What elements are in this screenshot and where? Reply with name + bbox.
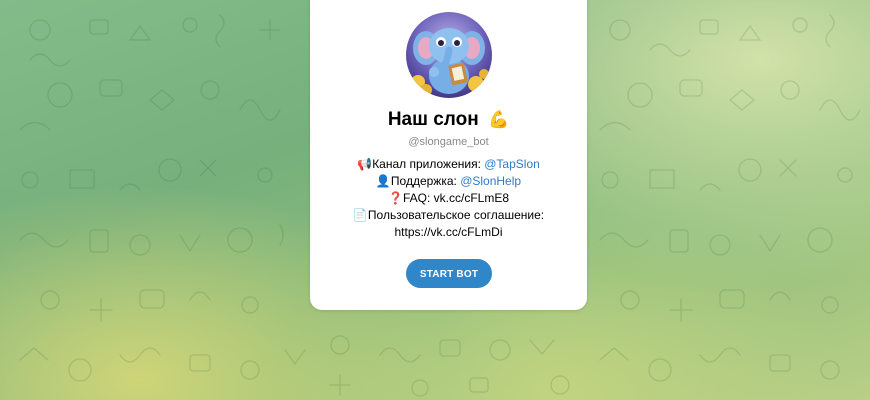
faq-text: FAQ: vk.cc/cFLmE8	[402, 191, 510, 205]
document-icon: 📄	[352, 208, 368, 222]
bot-description: 📢Канал приложения: @TapSlon 👤Поддержка: …	[310, 156, 587, 241]
start-bot-button[interactable]: START BOT	[406, 259, 492, 288]
channel-link[interactable]: @TapSlon	[484, 157, 540, 171]
flexed-biceps-emoji: 💪	[487, 110, 510, 129]
description-line-channel: 📢Канал приложения: @TapSlon	[310, 156, 587, 173]
agreement-label: Пользовательское соглашение:	[367, 208, 545, 222]
channel-label: Канал приложения:	[372, 157, 485, 171]
user-icon: 👤	[375, 174, 391, 188]
bot-username: @slongame_bot	[408, 136, 489, 148]
description-line-support: 👤Поддержка: @SlonHelp	[310, 173, 587, 190]
description-line-faq: ❓FAQ: vk.cc/cFLmE8	[310, 190, 587, 207]
megaphone-icon: 📢	[357, 157, 373, 171]
question-mark-icon: ❓	[387, 191, 403, 205]
support-link[interactable]: @SlonHelp	[460, 174, 521, 188]
bot-name: Наш слон 💪	[310, 108, 587, 132]
description-line-agreement: 📄Пользовательское соглашение:	[310, 207, 587, 224]
bot-name-text: Наш слон	[387, 109, 479, 130]
elephant-avatar-image	[406, 12, 492, 98]
description-line-agreement-url: https://vk.cc/cFLmDi	[394, 225, 503, 239]
support-label: Поддержка:	[390, 174, 461, 188]
bot-avatar[interactable]	[406, 12, 492, 98]
bot-info-card: Наш слон 💪 @slongame_bot 📢Канал приложен…	[310, 0, 587, 310]
